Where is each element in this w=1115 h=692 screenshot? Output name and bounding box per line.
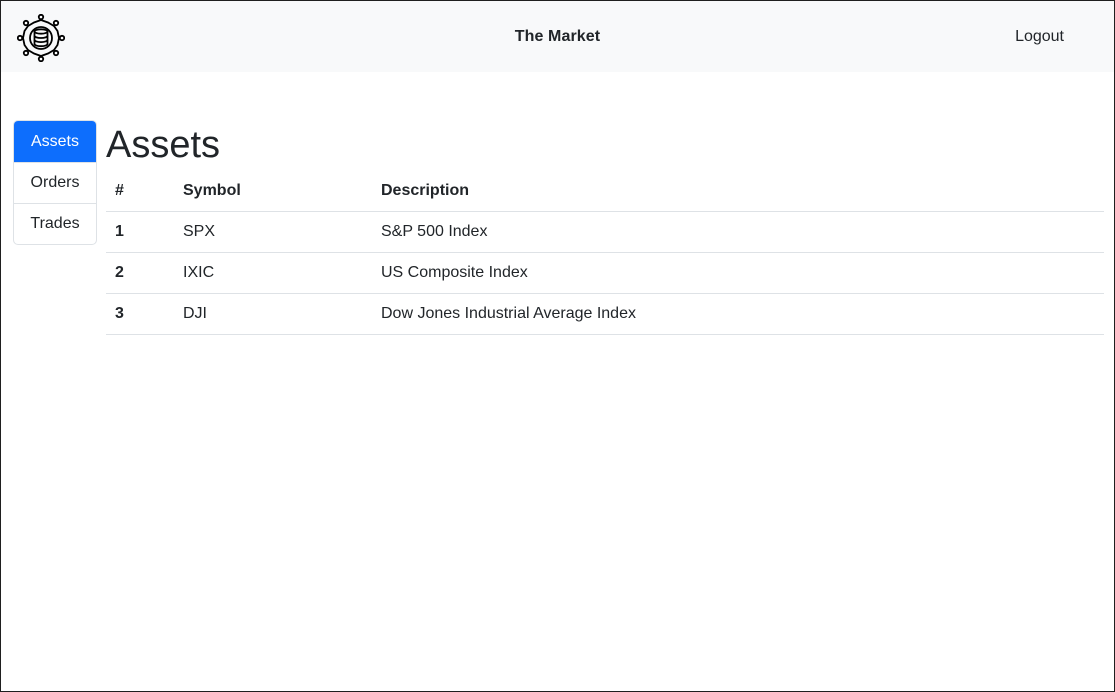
- row-symbol: IXIC: [174, 252, 372, 294]
- sidebar-item-assets[interactable]: Assets: [14, 121, 96, 162]
- column-header-number: #: [106, 171, 174, 212]
- page-title: Assets: [106, 124, 221, 166]
- column-header-symbol: Symbol: [174, 171, 372, 212]
- row-number: 2: [106, 252, 174, 294]
- top-navbar: The Market Logout: [1, 1, 1114, 72]
- table-row[interactable]: 1 SPX S&P 500 Index: [106, 211, 1104, 253]
- row-symbol: DJI: [174, 293, 372, 335]
- app-title: The Market: [514, 28, 601, 45]
- row-number: 3: [106, 293, 174, 335]
- assets-table: # Symbol Description 1 SPX S&P 500 Index…: [106, 171, 1104, 335]
- row-number: 1: [106, 211, 174, 253]
- main-content: Assets # Symbol Description 1 SPX S&P 50…: [106, 121, 1104, 335]
- column-header-description: Description: [372, 171, 1104, 212]
- sidebar-item-trades[interactable]: Trades: [14, 203, 96, 244]
- logout-link[interactable]: Logout: [1015, 28, 1064, 46]
- row-description: S&P 500 Index: [372, 211, 1104, 253]
- sidebar-item-orders[interactable]: Orders: [14, 162, 96, 203]
- sidebar-nav: Assets Orders Trades: [13, 120, 97, 245]
- table-row[interactable]: 3 DJI Dow Jones Industrial Average Index: [106, 293, 1104, 335]
- table-row[interactable]: 2 IXIC US Composite Index: [106, 252, 1104, 294]
- row-symbol: SPX: [174, 211, 372, 253]
- row-description: US Composite Index: [372, 252, 1104, 294]
- table-header-row: # Symbol Description: [106, 171, 1104, 212]
- row-description: Dow Jones Industrial Average Index: [372, 293, 1104, 335]
